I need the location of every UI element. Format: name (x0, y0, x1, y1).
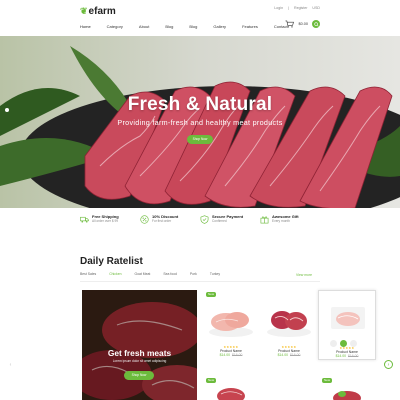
shield-icon (200, 215, 209, 224)
product-image (209, 312, 253, 337)
tab-goat-meat[interactable]: Goat Meat (134, 272, 150, 276)
product-price: $14.00 $16.00 (277, 353, 301, 357)
section-title: Daily Ratelist (80, 256, 143, 267)
promo-shop-button[interactable]: Shop Now (124, 371, 154, 380)
logo-text: efarm (88, 6, 116, 17)
product-card-hover[interactable]: ★★★★★ Product Name $14.00 $16.00 (318, 290, 376, 360)
feature-desc: Confirmed (212, 219, 227, 223)
top-links: Login | Register USD (274, 6, 320, 10)
nav-features[interactable]: Features (242, 24, 258, 29)
nav-blog[interactable]: Blog (165, 24, 173, 29)
product-card[interactable]: New (202, 376, 260, 400)
view-more-link[interactable]: View more (296, 273, 312, 277)
feature-item: 10% Discount For first order (140, 214, 200, 232)
logo[interactable]: ❦ efarm (80, 6, 116, 17)
tab-sea-food[interactable]: Sea food (163, 272, 177, 276)
cart-total[interactable]: $0.00 (298, 22, 308, 26)
gift-icon (260, 216, 269, 224)
product-card[interactable]: New ★★★★★ Product Name $14.00 $16.00 (202, 290, 260, 360)
promo-subtitle: Lorem ipsum dolor sit amet adipiscing (112, 359, 167, 363)
features-strip: Free Shipping All order over $ 99 10% Di… (80, 214, 320, 232)
product-image (267, 311, 311, 337)
next-arrow-icon[interactable]: › (384, 360, 393, 369)
promo-banner: Get fresh meats Lorem ipsum dolor sit am… (82, 290, 197, 400)
feature-item: Free Shipping All order over $ 99 (80, 214, 140, 232)
tab-best-sales[interactable]: Best Sales (80, 272, 96, 276)
product-price: $14.00 $16.00 (219, 353, 243, 357)
feature-desc: All order over $ 99 (92, 219, 119, 223)
nav-category[interactable]: Category (107, 24, 123, 29)
login-link[interactable]: Login (274, 6, 283, 10)
search-button[interactable] (312, 20, 320, 28)
tab-pork[interactable]: Pork (190, 272, 197, 276)
truck-icon (80, 216, 89, 223)
new-badge: New (206, 292, 217, 297)
feature-item: Secure Payment Confirmed (200, 214, 260, 232)
nav-blog-2[interactable]: Blog (189, 24, 197, 29)
product-price: $14.00 $16.00 (335, 354, 359, 358)
main-nav: Home Category About Blog Blog Gallery Fe… (80, 24, 304, 29)
nav-about[interactable]: About (139, 24, 149, 29)
feature-desc: Every month (272, 219, 290, 223)
prev-arrow-icon[interactable]: ‹ (6, 360, 15, 369)
register-link[interactable]: Register (294, 6, 307, 10)
nav-home[interactable]: Home (80, 24, 91, 29)
feature-desc: For first order (152, 219, 172, 223)
product-card[interactable]: ★★★★★ Product Name $14.00 $16.00 (260, 290, 318, 360)
site-header: ❦ efarm Login | Register USD Home Catego… (0, 0, 400, 36)
nav-gallery[interactable]: Gallery (213, 24, 226, 29)
search-icon (313, 21, 319, 27)
cart-icon[interactable] (285, 20, 295, 28)
slider-dot[interactable] (5, 108, 9, 112)
tab-chicken[interactable]: Chicken (109, 272, 121, 276)
currency-select[interactable]: USD (312, 6, 320, 10)
feature-item: Awesome Gift Every month (260, 214, 320, 232)
category-tabs: Best Sales Chicken Goat Meat Sea food Po… (80, 272, 233, 276)
header-actions: $0.00 (285, 20, 320, 28)
hero-title: Fresh & Natural (127, 94, 273, 115)
tab-turkey[interactable]: Turkey (210, 272, 220, 276)
hero-subtitle: Providing farm-fresh and healthy meat pr… (117, 118, 283, 127)
leaf-icon: ❦ (80, 6, 88, 16)
hero-shop-button[interactable]: Shop Now (187, 135, 213, 144)
promo-image (82, 290, 197, 400)
hero-banner: Fresh & Natural Providing farm-fresh and… (0, 36, 400, 208)
product-image (331, 307, 365, 329)
promo-title: Get fresh meats (107, 348, 172, 358)
product-image (333, 391, 361, 400)
product-image (217, 388, 245, 400)
product-card[interactable]: New (318, 376, 376, 400)
percent-icon (140, 215, 149, 224)
divider (80, 281, 320, 282)
